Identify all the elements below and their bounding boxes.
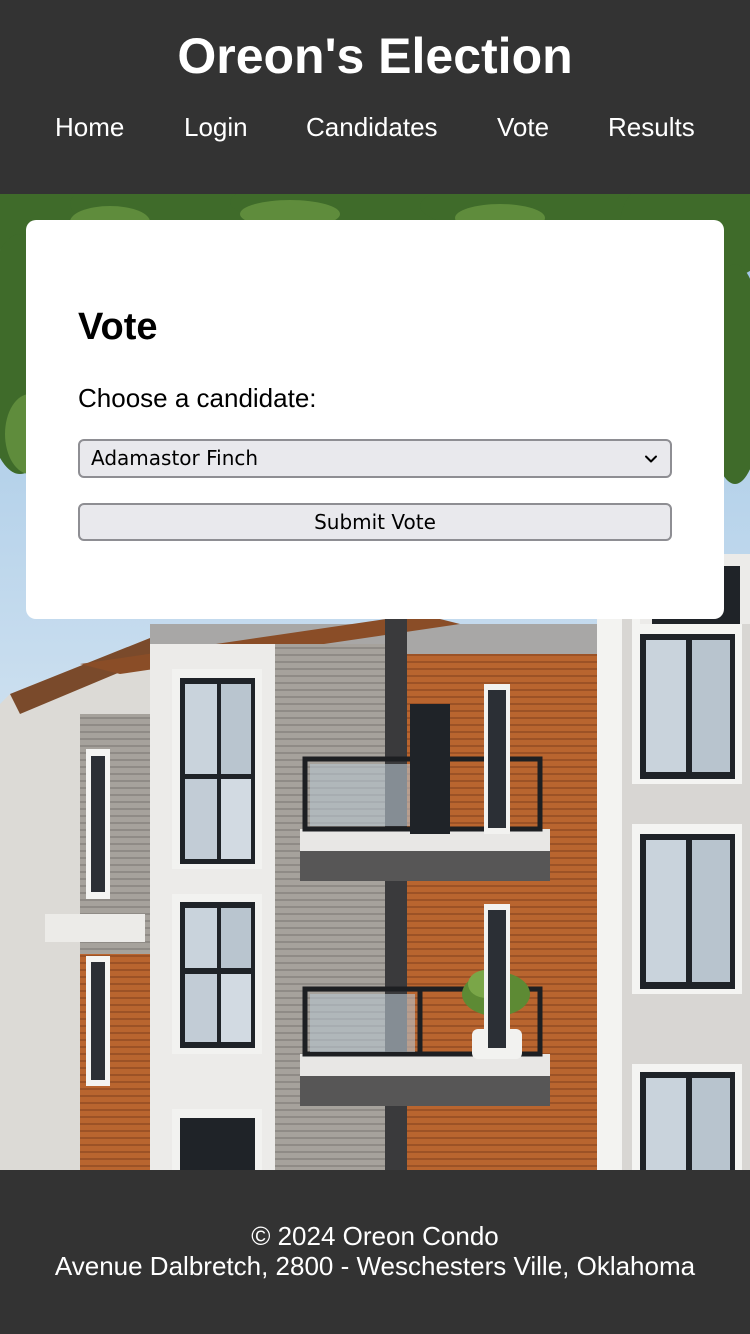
main-nav: Home Login Candidates Vote Results xyxy=(0,110,750,146)
selected-candidate-value: Adamastor Finch xyxy=(91,446,259,470)
candidate-select-label: Choose a candidate: xyxy=(78,383,317,413)
site-footer: © 2024 Oreon Condo Avenue Dalbretch, 280… xyxy=(0,1170,750,1334)
nav-candidates-link[interactable]: Candidates xyxy=(306,110,438,144)
nav-vote-link[interactable]: Vote xyxy=(497,110,549,144)
nav-login-link[interactable]: Login xyxy=(184,110,248,144)
nav-home-link[interactable]: Home xyxy=(55,110,124,144)
candidate-select[interactable]: Adamastor Finch xyxy=(78,439,672,478)
vote-card xyxy=(26,220,724,619)
vote-heading: Vote xyxy=(78,306,158,348)
site-header: Oreon's Election Home Login Candidates V… xyxy=(0,0,750,194)
site-title: Oreon's Election xyxy=(177,28,573,84)
submit-vote-button[interactable]: Submit Vote xyxy=(78,503,672,541)
chevron-down-icon xyxy=(645,455,657,463)
footer-address: Avenue Dalbretch, 2800 - Weschesters Vil… xyxy=(54,1251,696,1281)
nav-results-link[interactable]: Results xyxy=(608,110,695,144)
footer-copyright: © 2024 Oreon Condo xyxy=(251,1221,499,1251)
